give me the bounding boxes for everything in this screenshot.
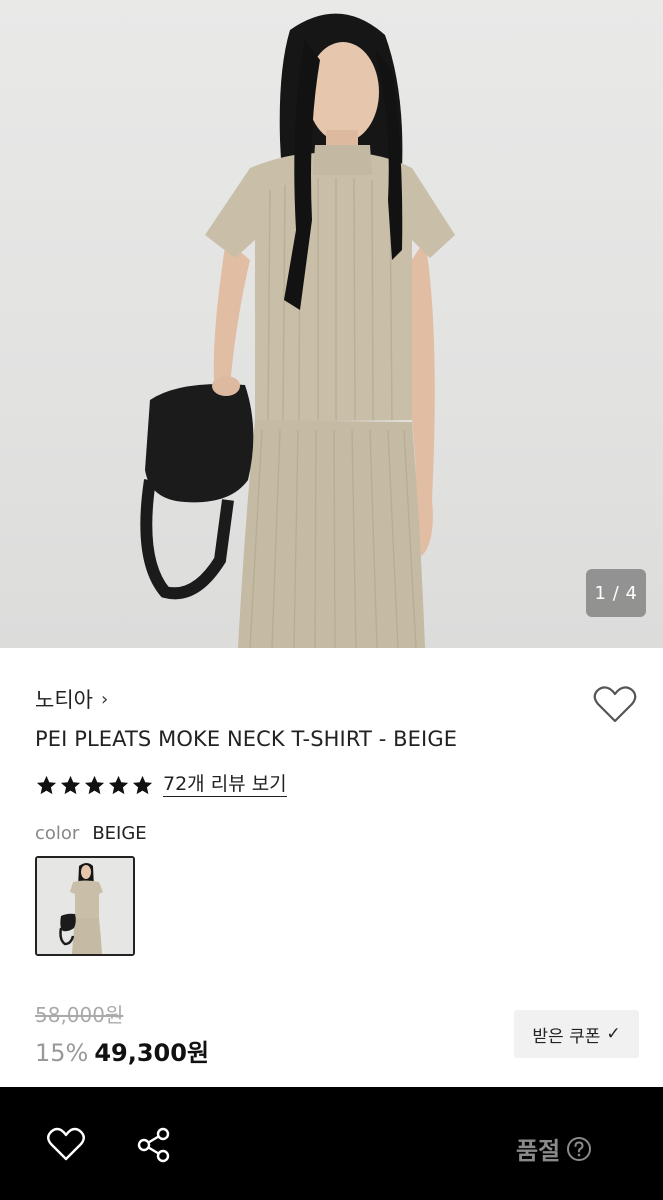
rating-row: 72개 리뷰 보기 (35, 773, 287, 797)
brand-link[interactable]: 노티아 › (35, 684, 108, 714)
coupon-label: 받은 쿠폰 (532, 1026, 601, 1047)
star-filled-icon (108, 775, 129, 794)
star-rating (35, 774, 154, 797)
price-row: 15% 49,300원 (35, 1033, 209, 1068)
product-photo-illustration (140, 13, 455, 648)
bottom-action-bar: 품절 (0, 1087, 663, 1200)
question-circle-icon[interactable] (566, 1136, 592, 1162)
discount-rate: 15% (35, 1039, 89, 1067)
product-title: PEI PLEATS MOKE NECK T-SHIRT - BEIGE (35, 727, 458, 751)
swatch-thumbnail-image (37, 858, 133, 954)
share-icon (137, 1127, 170, 1163)
brand-name: 노티아 (35, 688, 93, 712)
review-link[interactable]: 72개 리뷰 보기 (163, 773, 287, 797)
chevron-right-icon: › (100, 688, 109, 710)
check-icon: ✓ (606, 1024, 621, 1044)
coupon-button[interactable]: 받은 쿠폰 ✓ (514, 1010, 639, 1058)
color-swatch-thumbnail[interactable] (35, 856, 135, 956)
heart-outline-icon (47, 1127, 85, 1161)
soldout-label: 품절 (516, 1137, 561, 1165)
original-price: 58,000원 (35, 1003, 124, 1027)
wishlist-button[interactable] (592, 685, 638, 725)
star-filled-icon (132, 775, 153, 794)
bottom-wishlist-button[interactable] (46, 1127, 86, 1163)
color-label: color (35, 823, 80, 844)
share-button[interactable] (134, 1125, 174, 1165)
star-filled-icon (84, 775, 105, 794)
sale-price: 49,300원 (94, 1039, 210, 1067)
image-counter: 1 / 4 (586, 569, 646, 617)
heart-outline-icon (593, 686, 637, 723)
product-image[interactable]: 1 / 4 (0, 0, 663, 648)
soldout-status[interactable]: 품절 (516, 1131, 592, 1166)
color-value: BEIGE (92, 823, 147, 844)
color-row: color BEIGE (35, 823, 147, 844)
star-filled-icon (60, 775, 81, 794)
star-filled-icon (36, 775, 57, 794)
